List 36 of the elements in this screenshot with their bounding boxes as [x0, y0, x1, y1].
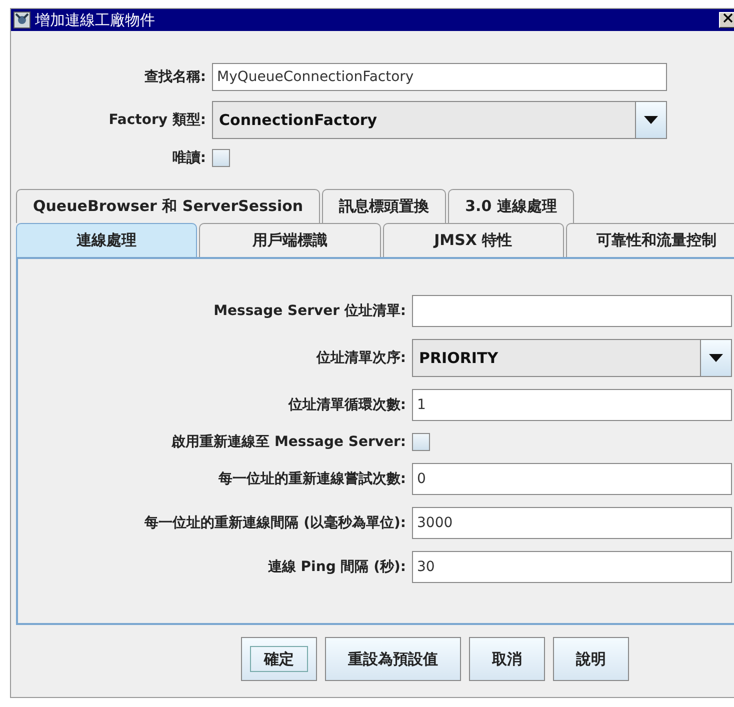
- text-field[interactable]: 0: [412, 463, 732, 495]
- field-label: 啟用重新連線至 Message Server:: [170, 433, 406, 451]
- checkbox[interactable]: [212, 149, 230, 167]
- dialog-button[interactable]: 取消: [469, 637, 545, 681]
- dropdown[interactable]: ConnectionFactory: [212, 101, 667, 139]
- tab[interactable]: 可靠性和流量控制: [566, 223, 734, 257]
- dialog-button[interactable]: 說明: [553, 637, 629, 681]
- field-label: 每一位址的重新連線間隔 (以毫秒為單位):: [144, 514, 406, 532]
- tab[interactable]: QueueBrowser 和 ServerSession: [16, 189, 320, 223]
- field-label: 位址清單循環次數:: [287, 396, 406, 414]
- field-label: 唯讀:: [171, 149, 206, 167]
- text-field[interactable]: 1: [412, 389, 732, 421]
- field-label: Message Server 位址清單:: [212, 302, 406, 320]
- text-field[interactable]: MyQueueConnectionFactory: [212, 63, 667, 91]
- field-label: Factory 類型:: [108, 111, 206, 129]
- dropdown-arrow-icon: [644, 116, 658, 124]
- field-label: 每一位址的重新連線嘗試次數:: [217, 470, 406, 488]
- dialog-button[interactable]: 重設為預設值: [325, 637, 461, 681]
- tab[interactable]: JMSX 特性: [382, 223, 564, 257]
- text-field[interactable]: [412, 295, 732, 327]
- app-icon: [13, 11, 31, 29]
- tab[interactable]: 連線處理: [16, 223, 198, 257]
- dialog-button[interactable]: 確定: [241, 637, 317, 681]
- text-field[interactable]: 30: [412, 551, 732, 583]
- field-label: 位址清單次序:: [315, 349, 406, 367]
- text-field[interactable]: 3000: [412, 507, 732, 539]
- field-label: 連線 Ping 間隔 (秒):: [266, 558, 406, 576]
- tab[interactable]: 用戶端標識: [199, 223, 380, 257]
- checkbox[interactable]: [412, 433, 430, 451]
- tab[interactable]: 3.0 連線處理: [448, 189, 574, 223]
- dropdown-arrow-icon: [709, 354, 723, 362]
- close-button[interactable]: [719, 12, 734, 28]
- dropdown[interactable]: PRIORITY: [412, 339, 732, 377]
- tab[interactable]: 訊息標頭置換: [322, 189, 446, 223]
- window-title: 增加連線工廠物件: [35, 10, 155, 30]
- field-label: 查找名稱:: [143, 68, 206, 86]
